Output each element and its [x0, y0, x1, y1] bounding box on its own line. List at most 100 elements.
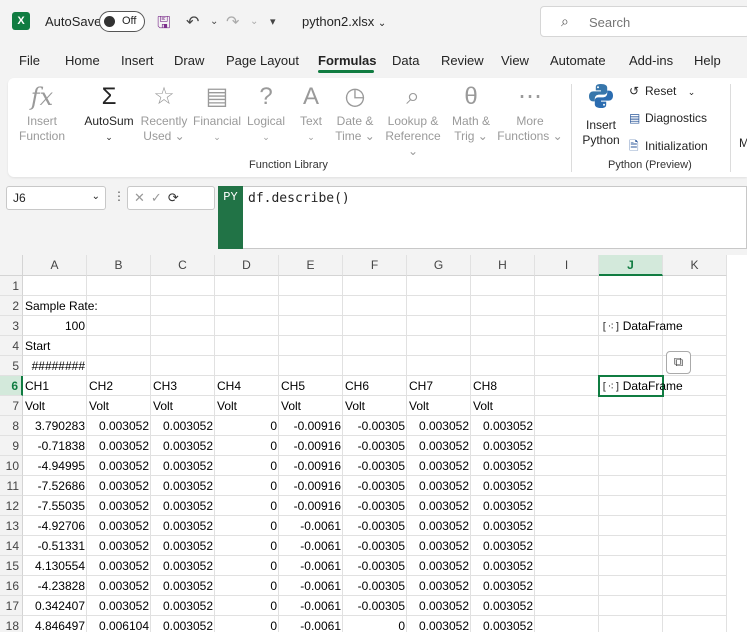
- column-header-f[interactable]: F: [343, 255, 407, 276]
- cell-J8[interactable]: [599, 416, 663, 436]
- cell-E5[interactable]: [279, 356, 343, 376]
- enter-icon[interactable]: ✓: [151, 190, 168, 205]
- dataframe-icon[interactable]: [⁖]: [601, 320, 621, 333]
- cancel-icon[interactable]: ✕: [134, 190, 151, 205]
- ribbon-overflow-label[interactable]: M: [739, 136, 747, 150]
- cell-I14[interactable]: [535, 536, 599, 556]
- dataframe-cell-j6[interactable]: [⁖] DataFrame: [599, 376, 699, 396]
- search-box[interactable]: ⌕: [540, 6, 747, 37]
- row-header-11[interactable]: 11: [0, 476, 23, 496]
- row-header-8[interactable]: 8: [0, 416, 23, 436]
- row-header-12[interactable]: 12: [0, 496, 23, 516]
- more-options-icon[interactable]: ⋮: [113, 189, 125, 203]
- autosum-button[interactable]: Σ AutoSum ⌄: [80, 82, 138, 145]
- cell-J17[interactable]: [599, 596, 663, 616]
- lookup-reference-button[interactable]: ⌕ Lookup & Reference ⌄: [380, 82, 446, 159]
- date-time-button[interactable]: ◷ Date & Time ⌄: [330, 82, 380, 144]
- row-header-7[interactable]: 7: [0, 396, 23, 416]
- row-header-17[interactable]: 17: [0, 596, 23, 616]
- tab-view[interactable]: View: [501, 53, 529, 68]
- cell-B5[interactable]: [87, 356, 151, 376]
- cell-D5[interactable]: [215, 356, 279, 376]
- cell-E1[interactable]: [279, 276, 343, 296]
- cell-F1[interactable]: [343, 276, 407, 296]
- cell-J7[interactable]: [599, 396, 663, 416]
- dataframe-icon[interactable]: [⁖]: [601, 380, 621, 393]
- cell-J13[interactable]: [599, 516, 663, 536]
- cell-J10[interactable]: [599, 456, 663, 476]
- cell-C5[interactable]: [151, 356, 215, 376]
- column-header-h[interactable]: H: [471, 255, 535, 276]
- cell-C4[interactable]: [151, 336, 215, 356]
- cell-H4[interactable]: [471, 336, 535, 356]
- cell-D4[interactable]: [215, 336, 279, 356]
- initialization-button[interactable]: 🗎 Initialization: [629, 137, 708, 158]
- cell-B1[interactable]: [87, 276, 151, 296]
- save-icon[interactable]: 🖫: [157, 12, 171, 39]
- autosave-toggle[interactable]: Off: [99, 11, 145, 32]
- cell-I18[interactable]: [535, 616, 599, 632]
- cell-D3[interactable]: [215, 316, 279, 336]
- cell-D2[interactable]: [215, 296, 279, 316]
- cell-K9[interactable]: [663, 436, 727, 456]
- cell-I7[interactable]: [535, 396, 599, 416]
- cell-K14[interactable]: [663, 536, 727, 556]
- cell-K13[interactable]: [663, 516, 727, 536]
- text-button[interactable]: A Text ⌄: [292, 82, 330, 145]
- tab-formulas[interactable]: Formulas: [318, 53, 377, 68]
- column-header-j[interactable]: J: [599, 255, 663, 276]
- cell-B3[interactable]: [87, 316, 151, 336]
- tab-data[interactable]: Data: [392, 53, 419, 68]
- cell-I15[interactable]: [535, 556, 599, 576]
- tab-file[interactable]: File: [19, 53, 40, 68]
- cell-D1[interactable]: [215, 276, 279, 296]
- select-all-corner[interactable]: [0, 255, 23, 276]
- cell-K17[interactable]: [663, 596, 727, 616]
- column-header-b[interactable]: B: [87, 255, 151, 276]
- tab-draw[interactable]: Draw: [174, 53, 204, 68]
- cell-I8[interactable]: [535, 416, 599, 436]
- cell-K2[interactable]: [663, 296, 727, 316]
- undo-icon[interactable]: ↶: [186, 12, 199, 32]
- cell-I16[interactable]: [535, 576, 599, 596]
- cell-K12[interactable]: [663, 496, 727, 516]
- cell-J9[interactable]: [599, 436, 663, 456]
- row-header-1[interactable]: 1: [0, 276, 23, 296]
- cell-K7[interactable]: [663, 396, 727, 416]
- cell-H2[interactable]: [471, 296, 535, 316]
- cell-K1[interactable]: [663, 276, 727, 296]
- cell-J12[interactable]: [599, 496, 663, 516]
- cell-J18[interactable]: [599, 616, 663, 632]
- cell-K15[interactable]: [663, 556, 727, 576]
- cell-K11[interactable]: [663, 476, 727, 496]
- column-header-g[interactable]: G: [407, 255, 471, 276]
- column-header-c[interactable]: C: [151, 255, 215, 276]
- cell-K8[interactable]: [663, 416, 727, 436]
- row-header-16[interactable]: 16: [0, 576, 23, 596]
- row-header-2[interactable]: 2: [0, 296, 23, 316]
- tab-help[interactable]: Help: [694, 53, 721, 68]
- row-header-10[interactable]: 10: [0, 456, 23, 476]
- row-header-9[interactable]: 9: [0, 436, 23, 456]
- cell-E4[interactable]: [279, 336, 343, 356]
- row-header-3[interactable]: 3: [0, 316, 23, 336]
- tab-add-ins[interactable]: Add-ins: [629, 53, 673, 68]
- cell-J2[interactable]: [599, 296, 663, 316]
- cell-F5[interactable]: [343, 356, 407, 376]
- cell-G4[interactable]: [407, 336, 471, 356]
- cell-K16[interactable]: [663, 576, 727, 596]
- financial-button[interactable]: ▤ Financial ⌄: [190, 82, 244, 145]
- cell-J14[interactable]: [599, 536, 663, 556]
- tab-home[interactable]: Home: [65, 53, 100, 68]
- row-header-15[interactable]: 15: [0, 556, 23, 576]
- cell-F2[interactable]: [343, 296, 407, 316]
- cell-J16[interactable]: [599, 576, 663, 596]
- cell-I9[interactable]: [535, 436, 599, 456]
- formula-input[interactable]: df.describe(): [243, 186, 747, 249]
- logical-button[interactable]: ? Logical ⌄: [242, 82, 290, 145]
- cell-G2[interactable]: [407, 296, 471, 316]
- cell-J5[interactable]: [599, 356, 663, 376]
- card-view-icon[interactable]: ⧉: [666, 351, 691, 374]
- diagnostics-button[interactable]: ▤ Diagnostics: [629, 111, 707, 125]
- cell-J11[interactable]: [599, 476, 663, 496]
